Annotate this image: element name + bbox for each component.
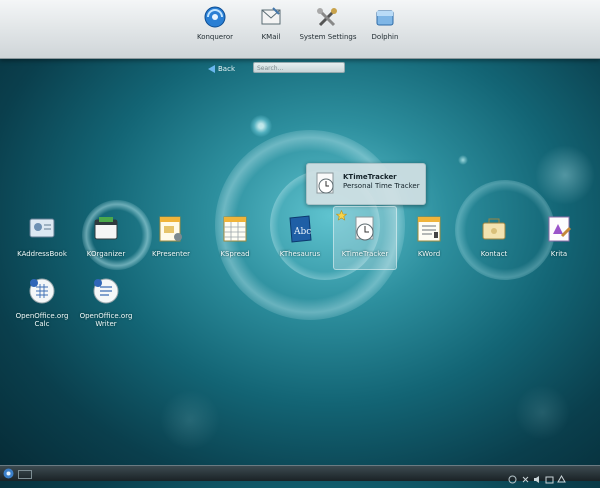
background-bubble xyxy=(250,115,272,137)
tooltip-subtitle: Personal Time Tracker xyxy=(343,182,420,190)
favorite-label: Dolphin xyxy=(371,33,399,41)
back-arrow-icon xyxy=(208,64,215,73)
background-bubble xyxy=(515,385,570,440)
korganizer-icon xyxy=(91,214,121,244)
app-label: Kontact xyxy=(480,250,508,258)
volume-icon[interactable] xyxy=(533,469,542,483)
app-kaddressbook[interactable]: KAddressBook xyxy=(12,214,72,258)
svg-text:Abc: Abc xyxy=(293,227,311,237)
desktop-pager[interactable] xyxy=(18,470,32,479)
app-label: Krita xyxy=(550,250,568,258)
background-bubble xyxy=(458,155,468,165)
app-ktimetracker[interactable]: KTimeTracker xyxy=(333,206,397,270)
app-kspread[interactable]: KSpread xyxy=(205,214,265,258)
dolphin-icon xyxy=(372,4,398,30)
back-button[interactable]: Back xyxy=(208,63,235,74)
app-label: KThesaurus xyxy=(279,250,321,258)
openoffice-calc-icon xyxy=(27,276,57,306)
app-kword[interactable]: KWord xyxy=(399,214,459,258)
konqueror-icon xyxy=(202,4,228,30)
app-kthesaurus[interactable]: Abc KThesaurus xyxy=(270,214,330,258)
app-tooltip: KTimeTracker Personal Time Tracker xyxy=(306,163,426,205)
network-icon[interactable] xyxy=(508,469,517,484)
app-krita[interactable]: Krita xyxy=(529,214,589,258)
app-label: OpenOffice.org Calc xyxy=(15,312,69,328)
tooltip-title: KTimeTracker xyxy=(343,173,397,181)
app-label: KTimeTracker xyxy=(341,250,389,258)
kthesaurus-icon: Abc xyxy=(285,214,315,244)
background-bubble xyxy=(160,390,220,450)
system-settings-icon xyxy=(315,4,341,30)
back-label: Back xyxy=(218,64,235,73)
favorites-bar: Konqueror KMail System Settings Dolphin xyxy=(0,0,600,59)
bluetooth-icon[interactable] xyxy=(521,469,530,483)
kpresenter-icon xyxy=(156,214,186,244)
kde-menu-icon[interactable] xyxy=(3,468,14,479)
app-label: KPresenter xyxy=(151,250,191,258)
notifications-icon[interactable] xyxy=(557,469,566,483)
ktimetracker-tooltip-icon xyxy=(316,172,334,194)
favorite-star-icon[interactable] xyxy=(336,210,347,221)
app-korganizer[interactable]: KOrganizer xyxy=(76,214,136,258)
app-kpresenter[interactable]: KPresenter xyxy=(141,214,201,258)
ktimetracker-icon xyxy=(350,214,380,244)
kspread-icon xyxy=(220,214,250,244)
kontact-icon xyxy=(479,214,509,244)
app-label: KSpread xyxy=(220,250,250,258)
app-kontact[interactable]: Kontact xyxy=(464,214,524,258)
app-label: KWord xyxy=(417,250,441,258)
app-label: KOrganizer xyxy=(86,250,126,258)
kword-icon xyxy=(414,214,444,244)
kaddressbook-icon xyxy=(27,214,57,244)
background-bubble xyxy=(535,145,595,205)
openoffice-writer-icon xyxy=(91,276,121,306)
taskbar xyxy=(0,465,600,484)
app-label: KAddressBook xyxy=(17,250,67,258)
kmail-icon xyxy=(258,4,284,30)
app-label: OpenOffice.org Writer xyxy=(79,312,133,328)
app-openoffice-writer[interactable]: OpenOffice.org Writer xyxy=(76,276,136,328)
search-input[interactable]: Search... xyxy=(253,62,345,73)
battery-icon[interactable] xyxy=(545,469,554,484)
favorite-dolphin[interactable]: Dolphin xyxy=(350,4,420,41)
krita-icon xyxy=(544,214,574,244)
app-openoffice-calc[interactable]: OpenOffice.org Calc xyxy=(12,276,72,328)
